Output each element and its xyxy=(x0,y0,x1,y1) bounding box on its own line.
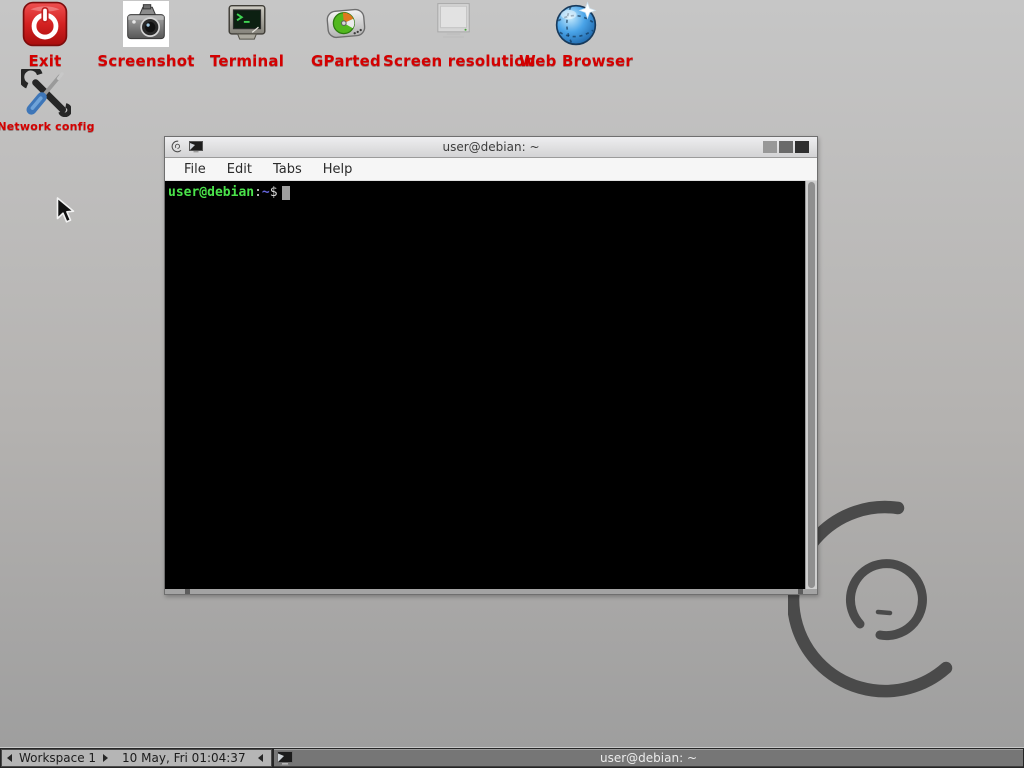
terminal-menubar: File Edit Tabs Help xyxy=(165,158,817,181)
task-scroll-left-icon[interactable] xyxy=(258,754,263,762)
task-title: user@debian: ~ xyxy=(274,751,1023,765)
terminal-scrollbar[interactable] xyxy=(805,181,817,589)
taskbar-clock: 10 May, Fri 01:04:37 xyxy=(122,751,246,765)
desktop-icon-label: Web Browser xyxy=(506,52,646,70)
close-button[interactable] xyxy=(795,141,809,153)
exit-power-icon xyxy=(22,1,68,47)
taskbar: Workspace 1 10 May, Fri 01:04:37 user@de… xyxy=(0,747,1024,768)
globe-browser-icon xyxy=(553,1,599,47)
scrollbar-thumb[interactable] xyxy=(808,182,815,588)
taskbar-task-terminal[interactable]: user@debian: ~ xyxy=(274,749,1023,767)
crt-terminal-icon xyxy=(224,1,270,47)
resize-grip-left[interactable] xyxy=(185,589,190,594)
workspace-pager: Workspace 1 10 May, Fri 01:04:37 xyxy=(1,749,272,767)
tools-icon xyxy=(21,69,71,117)
camera-icon xyxy=(123,1,169,47)
menu-file[interactable]: File xyxy=(175,160,215,179)
desktop-icon-network-config[interactable]: Network config xyxy=(0,69,116,133)
terminal-window: user@debian: ~ File Edit Tabs Help user@… xyxy=(164,136,818,595)
desktop-icon-screen-resolution[interactable]: Screen resolution xyxy=(383,1,523,70)
menu-edit[interactable]: Edit xyxy=(218,160,261,179)
menu-tabs[interactable]: Tabs xyxy=(264,160,311,179)
window-resize-edge[interactable] xyxy=(165,589,817,594)
menu-help[interactable]: Help xyxy=(314,160,362,179)
minimize-button[interactable] xyxy=(763,141,777,153)
desktop-icon-web-browser[interactable]: Web Browser xyxy=(506,1,646,70)
disk-partition-icon xyxy=(323,1,369,47)
window-title: user@debian: ~ xyxy=(165,140,817,154)
mouse-cursor xyxy=(56,197,78,229)
prompt-path: ~ xyxy=(262,185,270,200)
terminal-cursor xyxy=(282,186,290,200)
prompt-separator: : xyxy=(254,185,262,200)
terminal-screen[interactable]: user@debian:~$ xyxy=(165,181,817,589)
desktop-icon-label: Screen resolution xyxy=(383,52,523,70)
resize-grip-right[interactable] xyxy=(798,589,803,594)
workspace-label: Workspace 1 xyxy=(19,751,96,765)
maximize-button[interactable] xyxy=(779,141,793,153)
prompt-symbol: $ xyxy=(270,185,278,200)
monitor-icon xyxy=(430,1,476,47)
window-titlebar[interactable]: user@debian: ~ xyxy=(165,137,817,158)
shell-prompt: user@debian:~$ xyxy=(165,181,817,200)
prompt-user-host: user@debian xyxy=(168,185,254,200)
workspace-next-icon[interactable] xyxy=(103,754,108,762)
desktop-icon-label: Network config xyxy=(0,120,116,133)
workspace-prev-icon[interactable] xyxy=(7,754,12,762)
